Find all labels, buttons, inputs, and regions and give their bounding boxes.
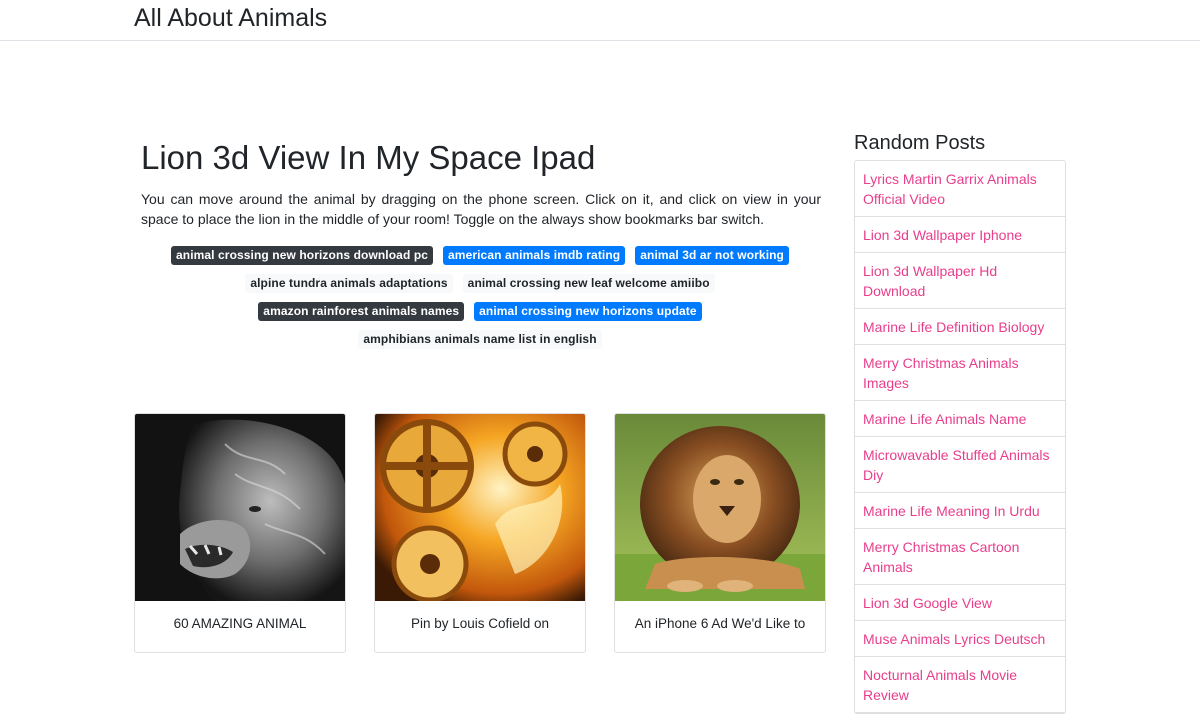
tag-link[interactable]: animal 3d ar not working <box>635 246 789 265</box>
random-post-link[interactable]: Microwavable Stuffed Animals Diy <box>855 437 1065 493</box>
image-card[interactable]: 60 AMAZING ANIMAL <box>134 413 346 653</box>
tag-row: animal crossing new horizons download pc… <box>134 246 826 266</box>
random-post-link[interactable]: Merry Christmas Animals Images <box>855 345 1065 401</box>
random-posts-list: Lyrics Martin Garrix Animals Official Vi… <box>854 160 1066 714</box>
random-post-link[interactable]: Merry Christmas Cartoon Animals <box>855 529 1065 585</box>
random-post-link[interactable]: Marine Life Meaning In Urdu <box>855 493 1065 529</box>
site-brand-link[interactable]: All About Animals <box>134 3 327 33</box>
tag-link[interactable]: alpine tundra animals adaptations <box>245 274 453 293</box>
lion-grass-image[interactable] <box>615 414 825 601</box>
tag-cloud: animal crossing new horizons download pc… <box>134 246 826 358</box>
card-caption[interactable]: Pin by Louis Cofield on <box>375 616 585 631</box>
tag-row: amazon rainforest animals names animal c… <box>134 302 826 322</box>
tag-link[interactable]: animal crossing new horizons update <box>474 302 702 321</box>
tag-link[interactable]: amphibians animals name list in english <box>358 330 602 349</box>
random-post-link[interactable]: Lion 3d Wallpaper Iphone <box>855 217 1065 253</box>
gears-fire-image[interactable] <box>375 414 585 601</box>
bw-lion-image[interactable] <box>135 414 345 601</box>
random-post-link[interactable]: Marine Life Definition Biology <box>855 309 1065 345</box>
tag-link[interactable]: amazon rainforest animals names <box>258 302 465 321</box>
random-post-link[interactable]: Lion 3d Wallpaper Hd Download <box>855 253 1065 309</box>
card-caption[interactable]: 60 AMAZING ANIMAL <box>135 616 345 631</box>
tag-row: alpine tundra animals adaptations animal… <box>134 274 826 294</box>
card-caption[interactable]: An iPhone 6 Ad We'd Like to <box>615 616 825 631</box>
image-card[interactable]: Pin by Louis Cofield on <box>374 413 586 653</box>
random-post-link[interactable]: Marine Life Animals Name <box>855 401 1065 437</box>
tag-link[interactable]: american animals imdb rating <box>443 246 626 265</box>
top-navbar: All About Animals <box>0 0 1200 41</box>
random-post-link[interactable]: Lyrics Martin Garrix Animals Official Vi… <box>855 161 1065 217</box>
post-description: You can move around the animal by draggi… <box>141 191 821 227</box>
image-card[interactable]: An iPhone 6 Ad We'd Like to <box>614 413 826 653</box>
random-post-link[interactable]: Muse Animals Lyrics Deutsch <box>855 621 1065 657</box>
tag-link[interactable]: animal crossing new leaf welcome amiibo <box>462 274 715 293</box>
tag-link[interactable]: animal crossing new horizons download pc <box>170 246 434 265</box>
random-post-link[interactable]: Lion 3d Google View <box>855 585 1065 621</box>
tag-row: amphibians animals name list in english <box>134 330 826 350</box>
sidebar: Random Posts Lyrics Martin Garrix Animal… <box>854 130 1066 714</box>
sidebar-heading: Random Posts <box>854 132 986 154</box>
random-post-link[interactable]: Nocturnal Animals Movie Review <box>855 657 1065 713</box>
post-title: Lion 3d View In My Space Ipad <box>141 139 596 176</box>
